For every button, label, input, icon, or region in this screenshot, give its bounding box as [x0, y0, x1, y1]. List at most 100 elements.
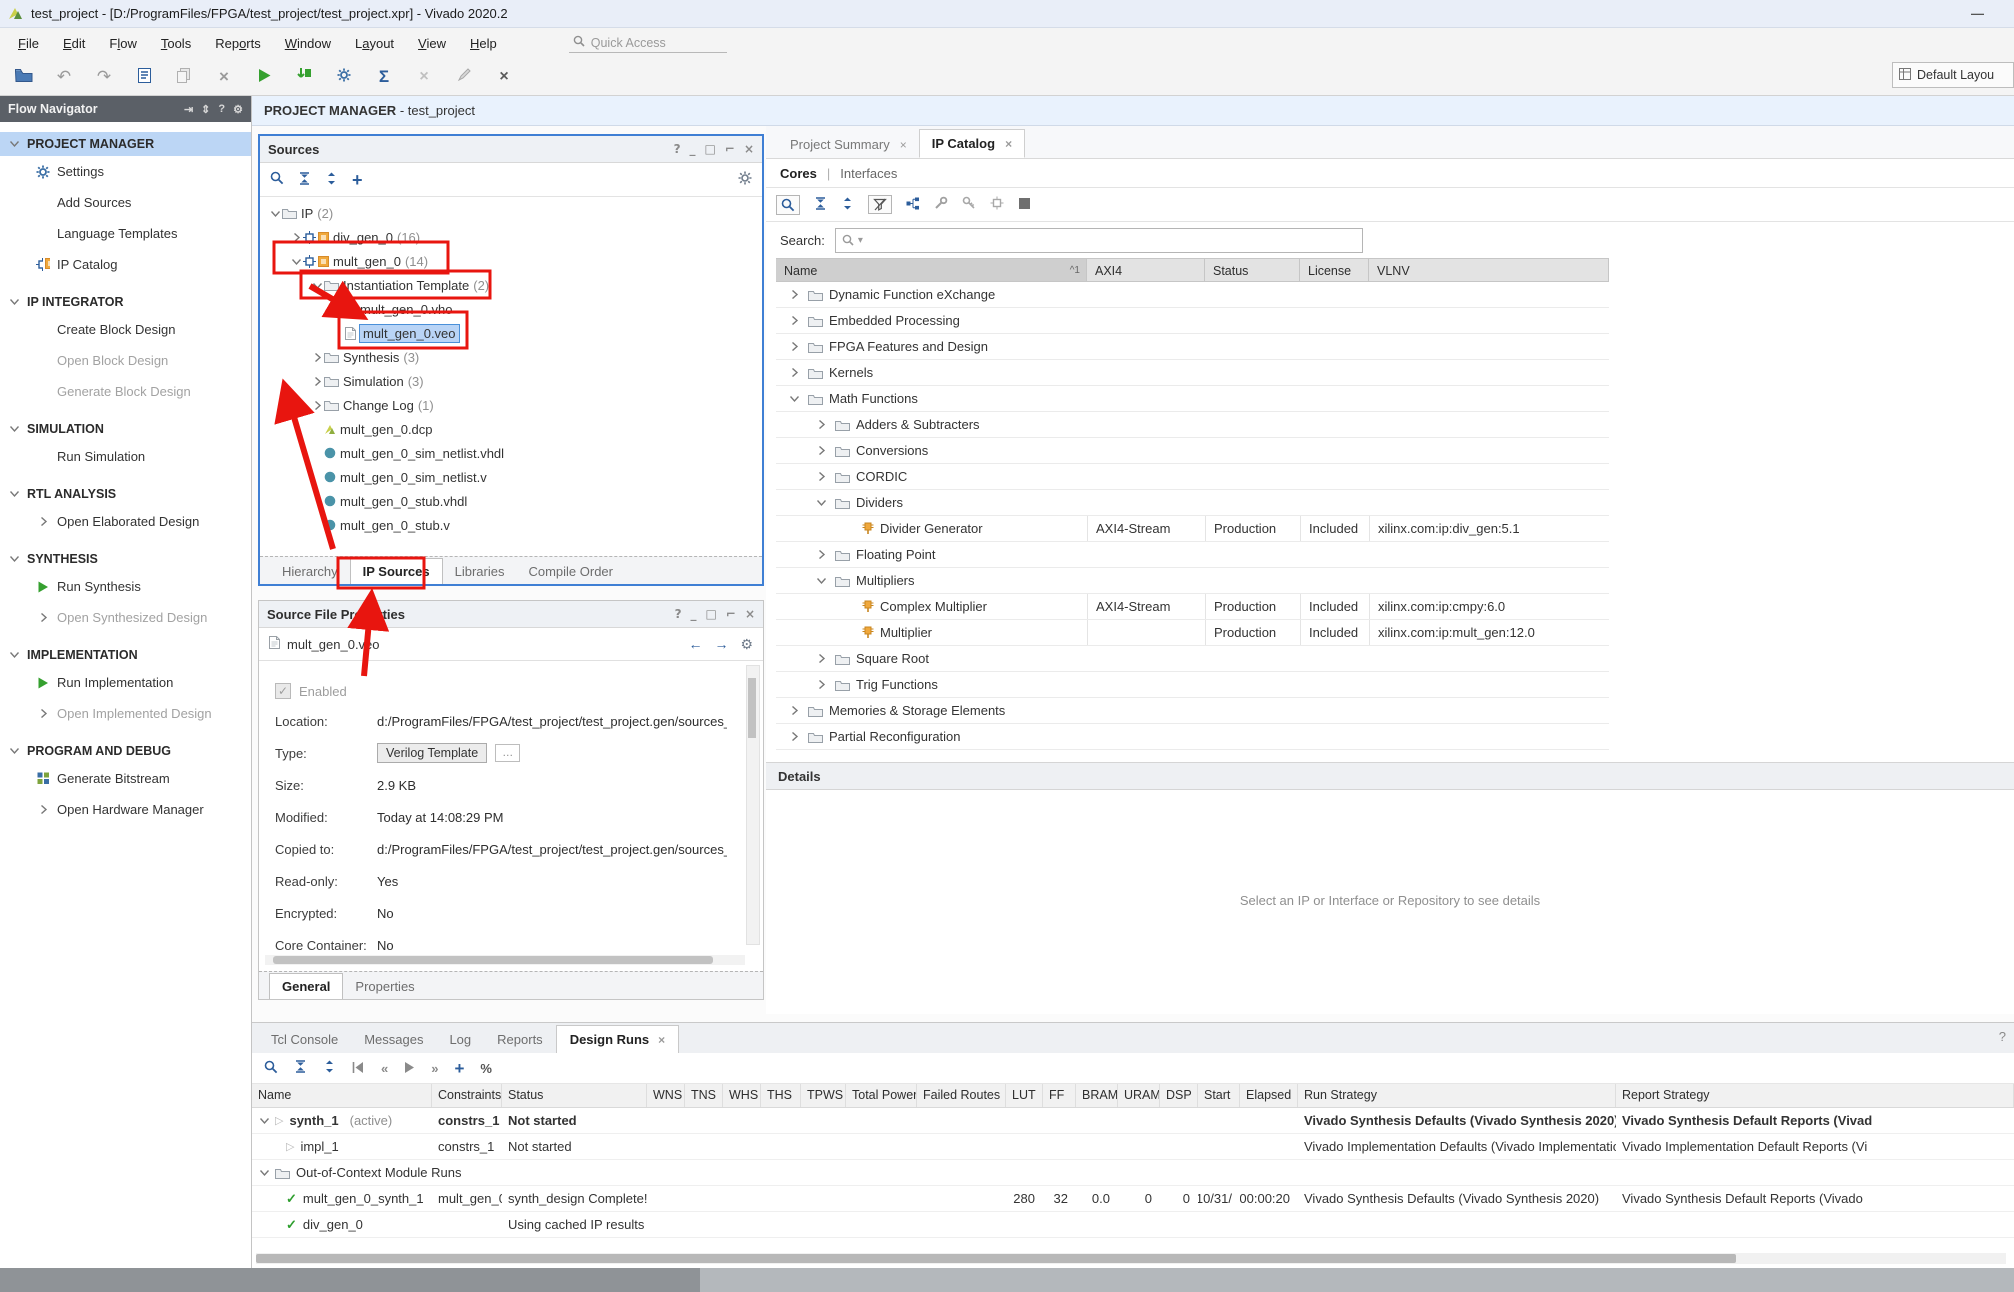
menu-window[interactable]: Window — [273, 32, 343, 55]
minimize-button[interactable]: — — [1971, 6, 1984, 21]
step-first-icon[interactable] — [352, 1061, 365, 1076]
sidebar-item-run-synthesis[interactable]: Run Synthesis — [0, 571, 251, 602]
play-icon[interactable] — [404, 1061, 415, 1076]
column-header-constraints[interactable]: Constraints — [432, 1084, 502, 1107]
expand-all-icon[interactable] — [325, 172, 338, 188]
column-header-dsp[interactable]: DSP — [1160, 1084, 1198, 1107]
tree-item[interactable]: mult_gen_0_stub.v — [260, 513, 762, 537]
run-icon[interactable] — [254, 68, 274, 86]
properties-vertical-scrollbar[interactable] — [746, 665, 760, 945]
panel-control-window[interactable]: ⌐ — [726, 607, 736, 621]
add-sources-icon[interactable]: + — [352, 171, 363, 189]
chevron-right-icon[interactable] — [817, 446, 829, 455]
sidebar-item-open-block-design[interactable]: Open Block Design — [0, 345, 251, 376]
stop-square-icon[interactable] — [1018, 197, 1031, 213]
properties-horizontal-scrollbar[interactable] — [265, 955, 745, 965]
tab-project-summary[interactable]: Project Summary × — [778, 131, 919, 158]
chevron-right-icon[interactable] — [289, 233, 303, 242]
catalog-row[interactable]: Dynamic Function eXchange — [776, 282, 1609, 308]
catalog-row[interactable]: Math Functions — [776, 386, 1609, 412]
catalog-row[interactable]: Divider Generator AXI4-StreamProductionI… — [776, 516, 1609, 542]
catalog-row[interactable]: Multipliers — [776, 568, 1609, 594]
tree-item[interactable]: mult_gen_0_sim_netlist.v — [260, 465, 762, 489]
expand-all-icon[interactable] — [323, 1060, 336, 1076]
sidebar-item-language-templates[interactable]: Language Templates — [0, 218, 251, 249]
tree-item[interactable]: Simulation(3) — [260, 369, 762, 393]
tab-libraries[interactable]: Libraries — [443, 559, 517, 584]
run-row[interactable]: ▷impl_1 constrs_1Not started Vivado Impl… — [252, 1134, 2014, 1160]
cancel-icon[interactable]: × — [414, 69, 434, 85]
chevron-right-icon[interactable] — [790, 342, 802, 351]
customize-wrench-icon[interactable] — [934, 196, 948, 213]
sidebar-section-synthesis[interactable]: SYNTHESIS — [0, 547, 251, 571]
report-sigma-icon[interactable]: Σ — [374, 68, 394, 85]
tab-hierarchy[interactable]: Hierarchy — [270, 559, 350, 584]
tab-design-runs[interactable]: Design Runs× — [556, 1025, 679, 1053]
column-header-name[interactable]: Name^1 — [776, 258, 1087, 282]
panel-control-help[interactable]: ? — [674, 142, 681, 156]
close-icon[interactable]: × — [900, 138, 907, 152]
search-icon[interactable] — [264, 1060, 278, 1077]
enabled-checkbox[interactable]: ✓ — [275, 683, 291, 699]
tab-messages[interactable]: Messages — [351, 1026, 436, 1053]
menu-file[interactable]: File — [6, 32, 51, 55]
panel-control-window[interactable]: □ — [705, 142, 716, 156]
close-icon[interactable]: × — [658, 1033, 665, 1047]
tab-general[interactable]: General — [269, 973, 343, 999]
run-row[interactable]: ✓div_gen_0 Using cached IP results — [252, 1212, 2014, 1238]
catalog-row[interactable]: Memories & Storage Elements — [776, 698, 1609, 724]
column-header-status[interactable]: Status — [1205, 258, 1300, 282]
fast-forward-icon[interactable]: » — [431, 1061, 438, 1076]
settings-gear-icon[interactable] — [334, 68, 354, 85]
chevron-right-icon[interactable] — [817, 550, 829, 559]
sidebar-item-generate-block-design[interactable]: Generate Block Design — [0, 376, 251, 407]
sidebar-section-simulation[interactable]: SIMULATION — [0, 417, 251, 441]
column-header-status[interactable]: Status — [502, 1084, 647, 1107]
tab-properties[interactable]: Properties — [343, 974, 426, 999]
catalog-row[interactable]: Square Root — [776, 646, 1609, 672]
close-icon[interactable]: × — [1005, 137, 1012, 151]
copy-icon[interactable] — [174, 68, 194, 86]
column-header-run-strategy[interactable]: Run Strategy — [1298, 1084, 1616, 1107]
catalog-row[interactable]: Complex Multiplier AXI4-StreamProduction… — [776, 594, 1609, 620]
chevron-right-icon[interactable] — [817, 420, 829, 429]
chevron-right-icon[interactable] — [310, 401, 324, 410]
tab-reports[interactable]: Reports — [484, 1026, 556, 1053]
tab-ip-sources[interactable]: IP Sources — [350, 558, 443, 584]
column-header-uram[interactable]: URAM — [1118, 1084, 1160, 1107]
forward-arrow-icon[interactable]: → — [714, 636, 728, 653]
menu-reports[interactable]: Reports — [203, 32, 273, 55]
chevron-right-icon[interactable] — [310, 353, 324, 362]
sidebar-item-add-sources[interactable]: Add Sources — [0, 187, 251, 218]
sidebar-section-project-manager[interactable]: PROJECT MANAGER — [0, 132, 251, 156]
sidebar-section-program-and-debug[interactable]: PROGRAM AND DEBUG — [0, 739, 251, 763]
column-header-bram[interactable]: BRAM — [1076, 1084, 1118, 1107]
chevron-down-icon[interactable] — [260, 1168, 269, 1177]
chevron-down-icon[interactable] — [817, 498, 829, 507]
tab-tcl-console[interactable]: Tcl Console — [258, 1026, 351, 1053]
chevron-down-icon[interactable] — [260, 1116, 269, 1125]
column-header-failed-routes[interactable]: Failed Routes — [917, 1084, 1006, 1107]
column-header-report-strategy[interactable]: Report Strategy — [1616, 1084, 2014, 1107]
tab-interfaces[interactable]: Interfaces — [840, 166, 897, 181]
tab-cores[interactable]: Cores — [780, 166, 817, 181]
tree-item[interactable]: mult_gen_0.veo — [260, 321, 762, 345]
chevron-right-icon[interactable] — [310, 377, 324, 386]
column-header-elapsed[interactable]: Elapsed — [1240, 1084, 1298, 1107]
chevron-down-icon[interactable] — [268, 209, 282, 218]
step-flow-icon[interactable] — [294, 68, 314, 86]
search-icon[interactable] — [776, 195, 800, 215]
catalog-row[interactable]: Partial Reconfiguration — [776, 724, 1609, 750]
column-header-name[interactable]: Name — [252, 1084, 432, 1107]
rewind-icon[interactable]: « — [381, 1061, 388, 1076]
ip-search-input[interactable]: ▾ — [835, 228, 1363, 253]
panel-control-window[interactable]: _ — [690, 142, 696, 156]
undo-icon[interactable]: ↶ — [54, 68, 74, 85]
gear-icon[interactable] — [738, 171, 752, 188]
expand-collapse-icon[interactable]: ⇕ — [201, 103, 210, 116]
menu-view[interactable]: View — [406, 32, 458, 55]
back-arrow-icon[interactable]: ← — [688, 636, 702, 653]
collapse-all-icon[interactable] — [298, 172, 311, 188]
column-header-vlnv[interactable]: VLNV — [1369, 258, 1609, 282]
type-combo[interactable]: Verilog Template — [377, 743, 487, 763]
